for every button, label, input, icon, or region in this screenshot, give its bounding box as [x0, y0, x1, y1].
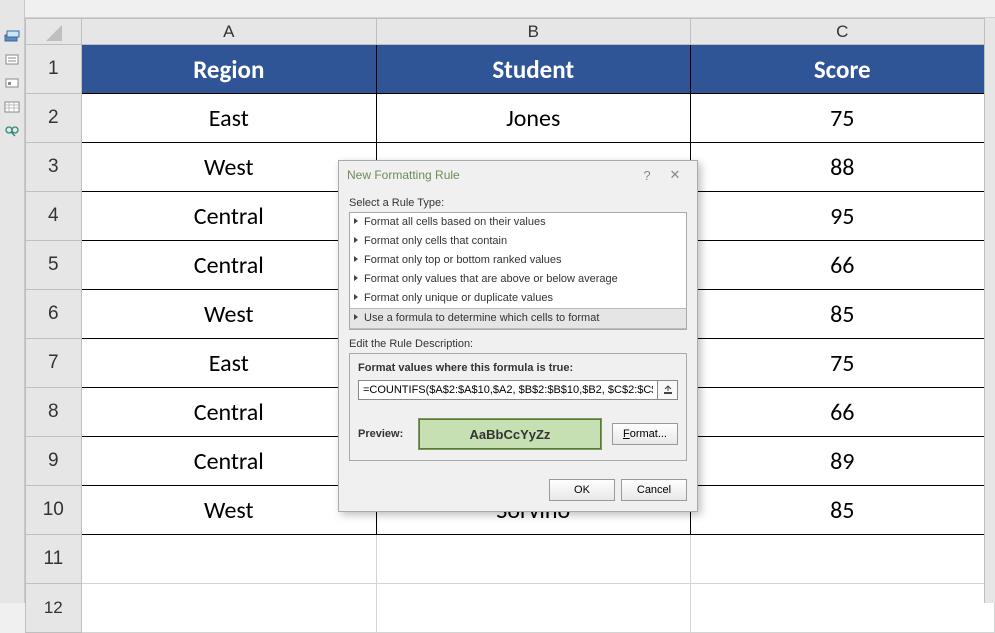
cell-A10[interactable]: West [81, 486, 376, 535]
cell-A9[interactable]: Central [81, 437, 376, 486]
cell-C1[interactable]: Score [690, 45, 994, 94]
col-header-B[interactable]: B [376, 19, 690, 45]
col-header-D-edge[interactable] [984, 18, 995, 603]
cell-A7[interactable]: East [81, 339, 376, 388]
col-header-C[interactable]: C [690, 19, 994, 45]
rule-type-item[interactable]: Format all cells based on their values [350, 213, 686, 232]
sheet-top-strip [25, 0, 995, 18]
cell-A11[interactable] [81, 535, 376, 584]
cell-A2[interactable]: East [81, 94, 376, 143]
sidebar-icon-find[interactable] [4, 124, 20, 138]
rule-description-box: Format values where this formula is true… [349, 353, 687, 461]
cell-B12[interactable] [376, 584, 690, 633]
collapse-range-icon [663, 385, 673, 395]
cell-C11[interactable] [690, 535, 994, 584]
cell-A5[interactable]: Central [81, 241, 376, 290]
cell-A1[interactable]: Region [81, 45, 376, 94]
row-header-9[interactable]: 9 [26, 437, 82, 486]
dialog-title: New Formatting Rule [347, 168, 633, 182]
range-selector-button[interactable] [658, 380, 678, 400]
rule-type-list[interactable]: Format all cells based on their values F… [349, 212, 687, 330]
cell-C8[interactable]: 66 [690, 388, 994, 437]
cell-B1[interactable]: Student [376, 45, 690, 94]
rule-type-item[interactable]: Format only top or bottom ranked values [350, 251, 686, 270]
cell-C3[interactable]: 88 [690, 143, 994, 192]
edit-rule-description-label: Edit the Rule Description: [349, 338, 687, 350]
rule-type-item[interactable]: Format only unique or duplicate values [350, 289, 686, 308]
row-header-10[interactable]: 10 [26, 486, 82, 535]
close-icon[interactable]: ✕ [661, 167, 689, 183]
row-header-8[interactable]: 8 [26, 388, 82, 437]
help-icon[interactable]: ? [633, 168, 661, 183]
cell-C9[interactable]: 89 [690, 437, 994, 486]
formula-input[interactable] [358, 380, 658, 400]
rule-type-item[interactable]: Format only values that are above or bel… [350, 270, 686, 289]
app-sidebar [0, 0, 25, 603]
cell-C2[interactable]: 75 [690, 94, 994, 143]
preview-label: Preview: [358, 428, 408, 440]
format-button[interactable]: Format... [612, 423, 678, 445]
col-header-A[interactable]: A [81, 19, 376, 45]
new-formatting-rule-dialog: New Formatting Rule ? ✕ Select a Rule Ty… [338, 160, 698, 512]
formula-field-label: Format values where this formula is true… [358, 362, 678, 374]
sidebar-icon-3[interactable] [4, 76, 20, 90]
cell-C6[interactable]: 85 [690, 290, 994, 339]
cell-A3[interactable]: West [81, 143, 376, 192]
cell-A4[interactable]: Central [81, 192, 376, 241]
row-header-2[interactable]: 2 [26, 94, 82, 143]
cell-A6[interactable]: West [81, 290, 376, 339]
cell-A8[interactable]: Central [81, 388, 376, 437]
row-header-6[interactable]: 6 [26, 290, 82, 339]
sidebar-icon-4[interactable] [4, 100, 20, 114]
cell-A12[interactable] [81, 584, 376, 633]
cell-C10[interactable]: 85 [690, 486, 994, 535]
cell-C12[interactable] [690, 584, 994, 633]
sidebar-icon-1[interactable] [4, 28, 20, 42]
rule-type-item[interactable]: Format only cells that contain [350, 232, 686, 251]
row-header-3[interactable]: 3 [26, 143, 82, 192]
row-header-5[interactable]: 5 [26, 241, 82, 290]
cell-C5[interactable]: 66 [690, 241, 994, 290]
row-header-7[interactable]: 7 [26, 339, 82, 388]
row-header-12[interactable]: 12 [26, 584, 82, 633]
cell-C7[interactable]: 75 [690, 339, 994, 388]
rule-type-item-selected[interactable]: Use a formula to determine which cells t… [350, 308, 686, 329]
cancel-button[interactable]: Cancel [621, 479, 687, 501]
cell-B2[interactable]: Jones [376, 94, 690, 143]
row-header-1[interactable]: 1 [26, 45, 82, 94]
select-all-corner[interactable] [26, 19, 82, 45]
cell-B11[interactable] [376, 535, 690, 584]
preview-sample: AaBbCcYyZz [418, 418, 602, 450]
select-rule-type-label: Select a Rule Type: [349, 197, 687, 209]
row-header-11[interactable]: 11 [26, 535, 82, 584]
row-header-4[interactable]: 4 [26, 192, 82, 241]
cell-C4[interactable]: 95 [690, 192, 994, 241]
ok-button[interactable]: OK [549, 479, 615, 501]
dialog-titlebar[interactable]: New Formatting Rule ? ✕ [339, 161, 697, 189]
sidebar-icon-2[interactable] [4, 52, 20, 66]
